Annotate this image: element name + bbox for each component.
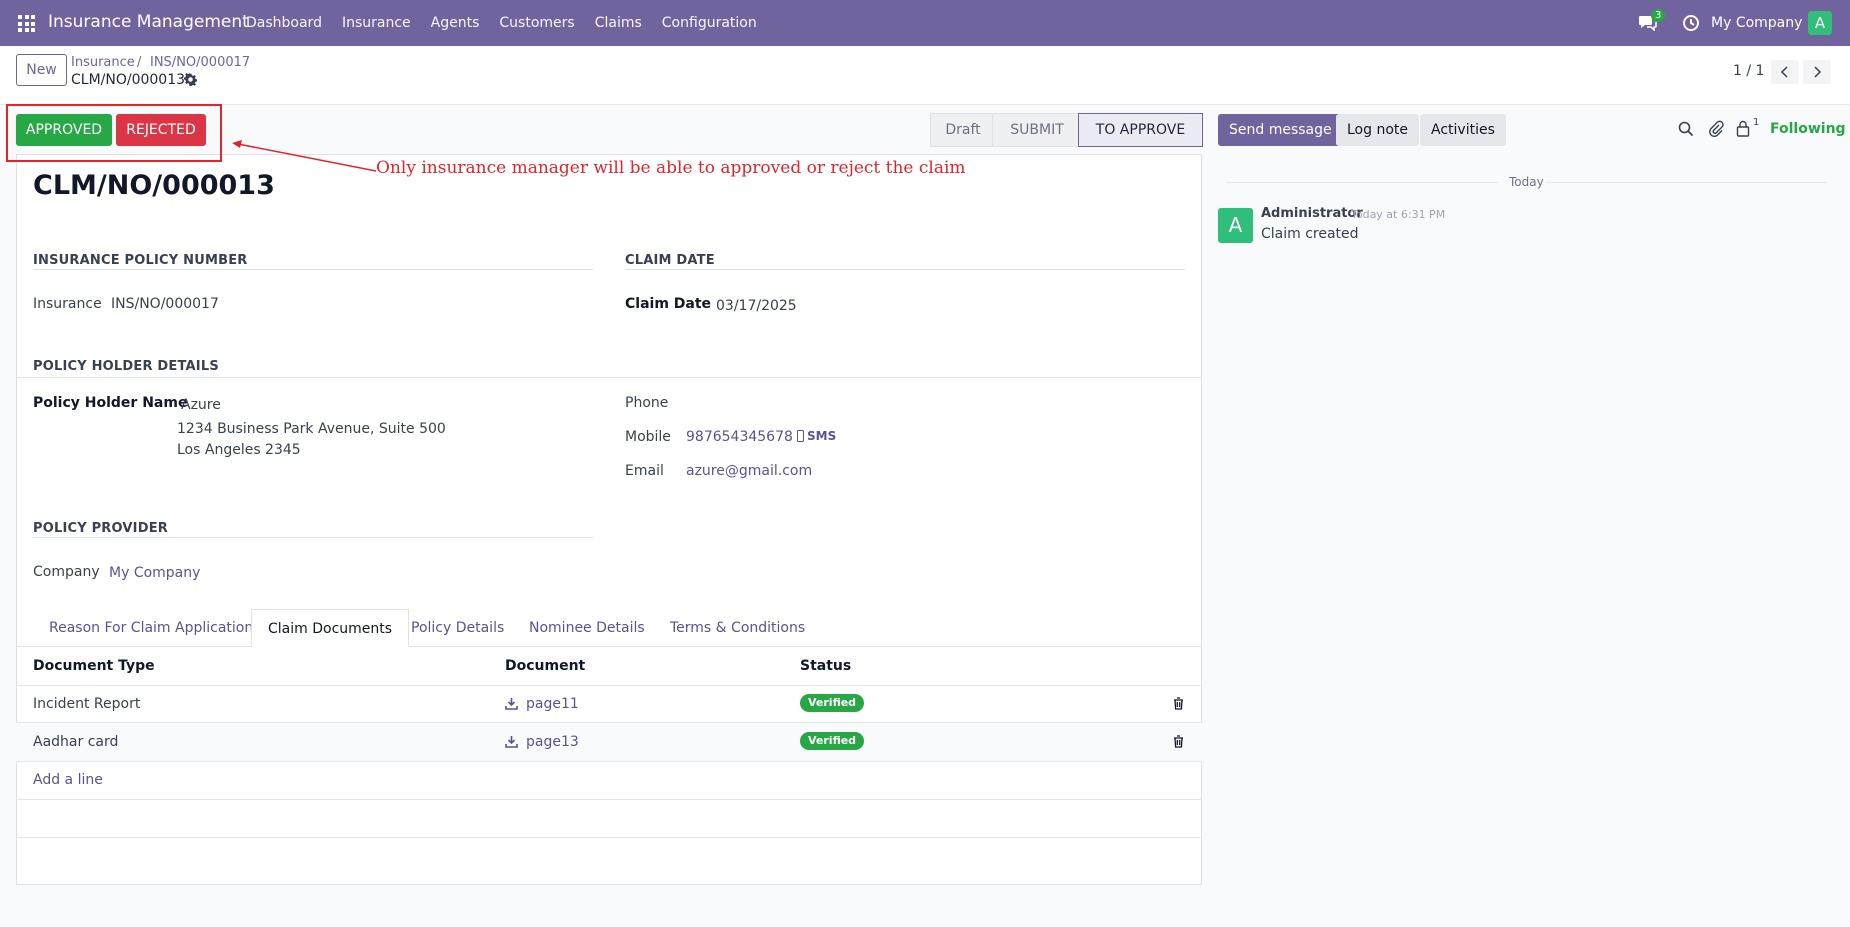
top-navbar: Insurance Management Dashboard Insurance…	[0, 0, 1850, 46]
mobile-icon	[797, 430, 804, 442]
phone-label: Phone	[625, 395, 669, 411]
chat-count-badge: 3	[1651, 9, 1666, 22]
insurance-label: Insurance	[33, 296, 102, 312]
chevron-left-icon	[1780, 66, 1788, 78]
table-divider	[16, 761, 1202, 762]
date-separator-label: Today	[1509, 175, 1544, 189]
control-panel: New Insurance / INS/NO/000017 CLM/NO/000…	[0, 46, 1850, 105]
activities-button[interactable]: Activities	[1420, 114, 1506, 146]
status-badge: Verified	[800, 694, 865, 712]
pager-next-button[interactable]	[1803, 60, 1831, 84]
menu-dashboard[interactable]: Dashboard	[246, 15, 322, 31]
section-divider	[625, 269, 1185, 270]
holder-address-line2: Los Angeles 2345	[177, 442, 301, 458]
policy-number-section-title: INSURANCE POLICY NUMBER	[33, 253, 248, 268]
lock-icon[interactable]	[1736, 120, 1750, 137]
table-row-2-document[interactable]: page13	[526, 734, 579, 750]
tab-policy-details[interactable]: Policy Details	[395, 609, 520, 647]
breadcrumb-current: CLM/NO/000013	[71, 72, 186, 88]
following-button[interactable]: Following	[1770, 121, 1846, 137]
send-message-button[interactable]: Send message	[1218, 114, 1343, 146]
table-divider	[16, 722, 1202, 723]
date-divider	[1226, 182, 1498, 183]
claim-date-label: Claim Date	[625, 296, 712, 312]
stage-to-approve[interactable]: TO APPROVE	[1078, 113, 1203, 147]
record-title: CLM/NO/000013	[33, 170, 275, 201]
message-author[interactable]: Administrator	[1261, 206, 1363, 221]
status-badge: Verified	[800, 732, 865, 750]
stage-submit[interactable]: SUBMIT	[992, 113, 1082, 147]
claim-date-section-title: CLAIM DATE	[625, 253, 715, 268]
company-value[interactable]: My Company	[109, 565, 200, 581]
table-row-2-type[interactable]: Aadhar card	[33, 734, 118, 750]
add-line-link[interactable]: Add a line	[33, 772, 103, 788]
holder-name-label: Policy Holder Name	[33, 395, 188, 411]
claim-date-value[interactable]: 03/17/2025	[716, 298, 797, 314]
table-divider	[16, 685, 1202, 686]
breadcrumb-insurance[interactable]: Insurance	[71, 55, 135, 70]
company-switcher[interactable]: My Company	[1711, 15, 1802, 31]
tab-claim-documents[interactable]: Claim Documents	[251, 609, 410, 647]
tab-terms-conditions[interactable]: Terms & Conditions	[654, 609, 821, 647]
date-divider	[1545, 182, 1827, 183]
email-value[interactable]: azure@gmail.com	[686, 463, 812, 479]
gear-icon[interactable]	[184, 73, 197, 86]
paperclip-icon[interactable]	[1708, 120, 1724, 137]
trash-icon[interactable]	[1173, 735, 1184, 748]
column-document-type[interactable]: Document Type	[33, 658, 155, 674]
menu-agents[interactable]: Agents	[431, 15, 480, 31]
menu-configuration[interactable]: Configuration	[662, 15, 757, 31]
menu-claims[interactable]: Claims	[595, 15, 642, 31]
section-divider	[33, 269, 593, 270]
annotation-text: Only insurance manager will be able to a…	[376, 158, 966, 178]
holder-name-value[interactable]: Azure	[181, 397, 221, 413]
table-divider	[16, 837, 1202, 838]
breadcrumb-policy[interactable]: INS/NO/000017	[150, 55, 250, 70]
column-document[interactable]: Document	[505, 658, 585, 674]
message-timestamp: Today at 6:31 PM	[1351, 208, 1446, 221]
tab-nominee-details[interactable]: Nominee Details	[513, 609, 661, 647]
menu-customers[interactable]: Customers	[499, 15, 574, 31]
mobile-value[interactable]: 987654345678	[686, 429, 793, 445]
breadcrumb-separator: /	[137, 55, 142, 70]
menu-insurance[interactable]: Insurance	[342, 15, 411, 31]
table-row-1-document[interactable]: page11	[526, 696, 579, 712]
tab-reason-for-claim[interactable]: Reason For Claim Application	[33, 609, 269, 647]
section-divider	[16, 377, 1202, 378]
download-icon[interactable]	[505, 697, 518, 710]
message-body: Claim created	[1261, 226, 1359, 242]
user-avatar[interactable]: A	[1808, 11, 1832, 35]
annotation-arrow	[232, 140, 377, 172]
main-menu: Dashboard Insurance Agents Customers Cla…	[246, 15, 777, 31]
sms-button[interactable]: SMS	[807, 429, 836, 443]
table-row-1-type[interactable]: Incident Report	[33, 696, 140, 712]
company-label: Company	[33, 564, 100, 580]
mobile-label: Mobile	[625, 429, 671, 445]
annotation-highlight-box	[6, 104, 222, 162]
notebook-tabs: Reason For Claim Application Claim Docum…	[16, 609, 1202, 647]
search-icon[interactable]	[1678, 121, 1694, 137]
chevron-right-icon	[1814, 66, 1822, 78]
column-status[interactable]: Status	[800, 658, 851, 674]
provider-section-title: POLICY PROVIDER	[33, 521, 168, 536]
log-note-button[interactable]: Log note	[1336, 114, 1419, 146]
follower-count: 1	[1753, 117, 1760, 128]
email-label: Email	[625, 463, 664, 479]
table-row-bg	[16, 723, 1202, 761]
section-divider	[33, 537, 593, 538]
insurance-value[interactable]: INS/NO/000017	[111, 296, 219, 312]
apps-menu-icon[interactable]	[18, 15, 35, 32]
clock-icon[interactable]	[1682, 14, 1700, 32]
download-icon[interactable]	[505, 735, 518, 748]
stage-draft[interactable]: Draft	[930, 113, 996, 147]
app-title[interactable]: Insurance Management	[48, 12, 249, 32]
trash-icon[interactable]	[1173, 697, 1184, 710]
holder-address-line1: 1234 Business Park Avenue, Suite 500	[177, 421, 446, 437]
new-button[interactable]: New	[16, 54, 67, 86]
message-author-avatar[interactable]: A	[1218, 208, 1253, 243]
pager-previous-button[interactable]	[1771, 60, 1799, 84]
pager-value[interactable]: 1 / 1	[1733, 63, 1764, 79]
table-divider	[16, 799, 1202, 800]
holder-section-title: POLICY HOLDER DETAILS	[33, 359, 219, 374]
